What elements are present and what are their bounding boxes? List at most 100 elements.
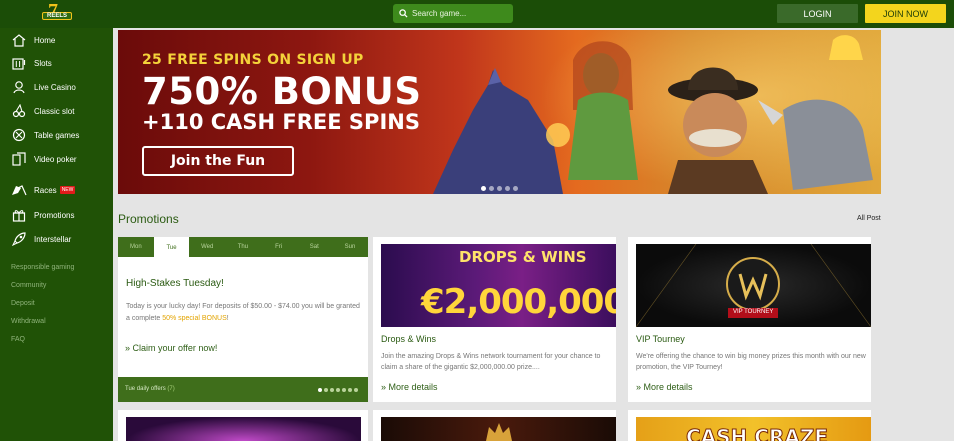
promo-title: Drops & Wins <box>381 334 437 344</box>
race-flag-icon <box>10 182 28 198</box>
rocket-icon <box>10 231 28 247</box>
new-badge: NEW <box>59 186 76 194</box>
cards-icon <box>10 151 28 167</box>
more-details-link[interactable]: » More details <box>381 382 438 392</box>
tab-sun[interactable]: Sun <box>332 237 368 257</box>
promo-card-bottom-3[interactable]: CASH CRAZE <box>628 410 871 441</box>
link-community[interactable]: Community <box>11 282 46 289</box>
sidebar-item-table-games[interactable]: Table games <box>10 126 79 144</box>
sidebar: Home Slots Live Casino Classic slot Tabl… <box>0 28 113 441</box>
promo-card-bottom-1[interactable] <box>118 410 368 441</box>
cash-craze-text: CASH CRAZE <box>686 425 829 441</box>
offer-text-end: ! <box>226 315 229 322</box>
promo-description: We're offering the chance to win big mon… <box>636 353 866 371</box>
drops-wins-image-title: DROPS & WINS <box>459 248 587 266</box>
home-icon <box>10 32 28 48</box>
promo-title: VIP Tourney <box>636 334 685 344</box>
tab-thu[interactable]: Thu <box>225 237 261 257</box>
promo-description: Join the amazing Drops & Wins network to… <box>381 353 601 371</box>
promo-image[interactable] <box>381 417 616 441</box>
sidebar-item-label: Races <box>34 185 57 195</box>
link-deposit[interactable]: Deposit <box>11 300 35 307</box>
daily-offers-label[interactable]: Tue daily offers (7) <box>125 386 175 392</box>
banner-artwork <box>433 35 873 194</box>
offer-highlight: 50% special BONUS <box>162 315 227 322</box>
link-responsible-gaming[interactable]: Responsible gaming <box>11 264 74 271</box>
sidebar-item-home[interactable]: Home <box>10 31 55 49</box>
sidebar-item-slots[interactable]: Slots <box>10 54 52 72</box>
vip-image-label: VIP TOURNEY <box>733 309 774 315</box>
roulette-icon <box>10 127 28 143</box>
slide-dot[interactable] <box>505 186 510 191</box>
slide-dot[interactable] <box>481 186 486 191</box>
promo-card-drops-wins[interactable]: DROPS & WINS €2,000,000 Drops & Wins Joi… <box>373 237 616 402</box>
sidebar-item-video-poker[interactable]: Video poker <box>10 150 77 168</box>
link-withdrawal[interactable]: Withdrawal <box>11 318 46 325</box>
sidebar-item-races[interactable]: Races NEW <box>10 181 76 199</box>
promo-image[interactable]: CASH CRAZE <box>636 417 871 441</box>
offer-dot[interactable] <box>324 388 328 392</box>
more-details-link[interactable]: » More details <box>636 382 693 392</box>
daily-offers-footer: Tue daily offers (7) <box>118 377 368 402</box>
banner-subheadline: +110 CASH FREE SPINS <box>142 110 420 134</box>
search-icon <box>399 9 408 18</box>
sidebar-item-label: Slots <box>34 58 52 68</box>
offer-pagination <box>318 388 358 392</box>
tab-mon[interactable]: Mon <box>118 237 154 257</box>
daily-offer-card: Mon Tue Wed Thu Fri Sat Sun High-Stakes … <box>118 237 368 402</box>
offer-dot[interactable] <box>318 388 322 392</box>
offer-dot[interactable] <box>354 388 358 392</box>
slide-dot[interactable] <box>497 186 502 191</box>
tab-wed[interactable]: Wed <box>189 237 225 257</box>
join-the-fun-button[interactable]: Join the Fun <box>142 146 294 176</box>
promo-card-bottom-2[interactable] <box>373 410 616 441</box>
daily-offer-title: High-Stakes Tuesday! <box>126 278 224 289</box>
sidebar-item-label: Live Casino <box>34 82 76 92</box>
banner-headline-small: 25 FREE SPINS ON SIGN UP <box>142 52 364 68</box>
sidebar-item-label: Home <box>34 35 56 45</box>
join-now-button[interactable]: JOIN NOW <box>865 4 946 23</box>
sidebar-item-interstellar[interactable]: Interstellar <box>10 230 71 248</box>
sidebar-item-promotions[interactable]: Promotions <box>10 206 74 224</box>
promotions-title: Promotions <box>118 212 179 226</box>
claim-offer-link[interactable]: » Claim your offer now! <box>125 343 217 353</box>
tab-sat[interactable]: Sat <box>296 237 332 257</box>
search-input[interactable]: Search game... <box>393 4 513 23</box>
link-faq[interactable]: FAQ <box>11 336 25 343</box>
promo-image[interactable] <box>126 417 361 441</box>
offer-dot[interactable] <box>342 388 346 392</box>
vip-tourney-image[interactable]: VIP TOURNEY <box>636 244 871 327</box>
offer-dot[interactable] <box>336 388 340 392</box>
dealer-icon <box>10 79 28 95</box>
offer-dot[interactable] <box>330 388 334 392</box>
crown-icon <box>486 423 512 441</box>
banner-pagination <box>481 186 518 191</box>
sidebar-item-label: Classic slot <box>34 106 75 116</box>
drops-wins-image[interactable]: DROPS & WINS €2,000,000 <box>381 244 616 327</box>
sidebar-item-classic-slot[interactable]: Classic slot <box>10 102 74 120</box>
search-placeholder: Search game... <box>412 9 467 18</box>
offer-dot[interactable] <box>348 388 352 392</box>
slot-machine-icon <box>10 55 28 71</box>
site-logo[interactable]: 7 REELS <box>42 0 72 26</box>
slide-dot[interactable] <box>489 186 494 191</box>
sidebar-item-live-casino[interactable]: Live Casino <box>10 78 76 96</box>
promo-card-vip-tourney[interactable]: VIP TOURNEY VIP Tourney We're offering t… <box>628 237 871 402</box>
logo-text: REELS <box>42 12 72 20</box>
sidebar-item-label: Interstellar <box>34 234 72 244</box>
top-bar: 7 REELS Search game... LOGIN JOIN NOW <box>0 0 954 28</box>
login-button[interactable]: LOGIN <box>777 4 858 23</box>
banner-headline: 750% BONUS <box>142 70 422 113</box>
drops-wins-image-amount: €2,000,000 <box>421 282 616 322</box>
tab-fri[interactable]: Fri <box>261 237 297 257</box>
cherry-icon <box>10 103 28 119</box>
slide-dot[interactable] <box>513 186 518 191</box>
hero-banner[interactable]: 25 FREE SPINS ON SIGN UP 750% BONUS +110… <box>118 30 881 194</box>
all-post-link[interactable]: All Post <box>857 215 881 222</box>
tab-tue[interactable]: Tue <box>153 237 190 259</box>
day-tabs: Mon Tue Wed Thu Fri Sat Sun <box>118 237 368 259</box>
daily-offer-text: Today is your lucky day! For deposits of… <box>126 301 362 325</box>
sidebar-item-label: Table games <box>34 130 80 140</box>
footer-label-text: Tue daily offers <box>125 386 168 392</box>
footer-count: (7) <box>167 386 175 392</box>
